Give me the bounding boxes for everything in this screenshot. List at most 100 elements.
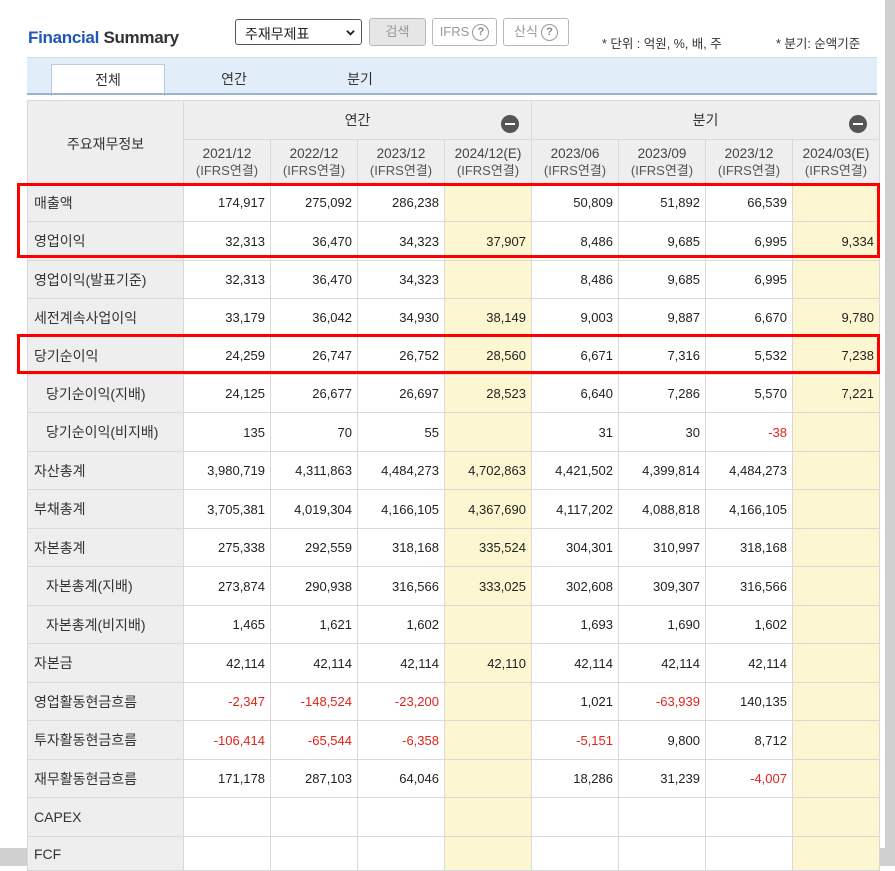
row-label: 자산총계 bbox=[27, 451, 184, 490]
table-row: 당기순이익(지배) 24,125 26,677 26,697 28,523 6,640 7,… bbox=[27, 374, 880, 413]
column-basis: (IFRS연결) bbox=[630, 162, 694, 178]
table-cell bbox=[183, 797, 271, 837]
table-cell: 333,025 bbox=[444, 566, 532, 606]
row-label: 영업이익 bbox=[27, 221, 184, 261]
table-row: 투자활동현금흐름 -106,414 -65,544 -6,358 -5,151 9,800… bbox=[27, 720, 880, 760]
table-cell bbox=[792, 412, 880, 452]
table-cell: 316,566 bbox=[705, 566, 793, 606]
period-tab-bar: 전체 연간 분기 bbox=[27, 57, 877, 96]
row-label: 자본총계(비지배) bbox=[27, 605, 184, 644]
table-cell: 70 bbox=[270, 412, 358, 452]
table-cell: 4,367,690 bbox=[444, 489, 532, 529]
table-cell: 4,311,863 bbox=[270, 451, 358, 490]
table-cell bbox=[357, 836, 445, 871]
formula-button-label: 산식 bbox=[514, 24, 538, 39]
ifrs-button-label: IFRS bbox=[439, 24, 470, 39]
table-cell bbox=[183, 836, 271, 871]
table-row: 자산총계 3,980,719 4,311,863 4,484,273 4,702,863… bbox=[27, 451, 880, 490]
table-cell: 1,602 bbox=[705, 605, 793, 644]
table-row: 당기순이익 24,259 26,747 26,752 28,560 6,671 7,316 5… bbox=[27, 336, 880, 375]
collapse-annual-icon[interactable] bbox=[501, 115, 519, 133]
statement-type-select[interactable]: 주재무제표 bbox=[235, 19, 362, 45]
row-label: 당기순이익(지배) bbox=[27, 374, 184, 413]
column-header: 2023/12 (IFRS연결) bbox=[705, 139, 793, 184]
table-cell: -148,524 bbox=[270, 682, 358, 721]
collapse-quarter-icon[interactable] bbox=[849, 115, 867, 133]
table-cell bbox=[792, 605, 880, 644]
ifrs-button[interactable]: IFRS? bbox=[432, 18, 497, 46]
table-cell: 171,178 bbox=[183, 759, 271, 798]
row-label: 영업이익(발표기준) bbox=[27, 260, 184, 299]
table-cell: 33,179 bbox=[183, 298, 271, 337]
table-cell bbox=[792, 451, 880, 490]
table-cell: 50,809 bbox=[531, 183, 619, 222]
table-cell: 286,238 bbox=[357, 183, 445, 222]
table-row: 자본총계(지배) 273,874 290,938 316,566 333,025 302,… bbox=[27, 566, 880, 606]
table-cell: 26,697 bbox=[357, 374, 445, 413]
search-button[interactable]: 검색 bbox=[369, 18, 426, 46]
table-cell: 6,670 bbox=[705, 298, 793, 337]
table-cell bbox=[705, 836, 793, 871]
table-cell: 5,570 bbox=[705, 374, 793, 413]
table-cell: 37,907 bbox=[444, 221, 532, 261]
table-cell: 275,338 bbox=[183, 528, 271, 567]
table-cell: 292,559 bbox=[270, 528, 358, 567]
table-cell: 34,930 bbox=[357, 298, 445, 337]
table-cell: -5,151 bbox=[531, 720, 619, 760]
table-cell: 55 bbox=[357, 412, 445, 452]
table-cell: 4,484,273 bbox=[357, 451, 445, 490]
table-cell: 7,316 bbox=[618, 336, 706, 375]
column-basis: (IFRS연결) bbox=[717, 162, 781, 178]
table-cell: 304,301 bbox=[531, 528, 619, 567]
quarter-basis-note: * 분기: 순액기준 bbox=[776, 37, 861, 51]
table-cell bbox=[618, 836, 706, 871]
table-cell: 26,747 bbox=[270, 336, 358, 375]
search-button-label: 검색 bbox=[385, 24, 410, 39]
table-cell: 4,117,202 bbox=[531, 489, 619, 529]
table-cell: 42,114 bbox=[357, 643, 445, 683]
table-cell: 18,286 bbox=[531, 759, 619, 798]
column-header: 2023/09 (IFRS연결) bbox=[618, 139, 706, 184]
table-cell: -38 bbox=[705, 412, 793, 452]
row-label: CAPEX bbox=[27, 797, 184, 837]
table-row: 세전계속사업이익 33,179 36,042 34,930 38,149 9,003 9,8… bbox=[27, 298, 880, 337]
quarter-group-header: 분기 bbox=[531, 100, 880, 140]
formula-button[interactable]: 산식? bbox=[503, 18, 569, 46]
table-cell: 275,092 bbox=[270, 183, 358, 222]
table-cell bbox=[618, 797, 706, 837]
table-cell: 302,608 bbox=[531, 566, 619, 606]
table-cell: 309,307 bbox=[618, 566, 706, 606]
table-cell: 32,313 bbox=[183, 260, 271, 299]
section-title: Financial Summary bbox=[28, 28, 179, 48]
table-row: 재무활동현금흐름 171,178 287,103 64,046 18,286 31,239… bbox=[27, 759, 880, 798]
row-label: 영업활동현금흐름 bbox=[27, 682, 184, 721]
table-cell: 4,702,863 bbox=[444, 451, 532, 490]
column-period: 2024/03(E) bbox=[802, 145, 870, 161]
table-cell: 335,524 bbox=[444, 528, 532, 567]
tab-annual[interactable]: 연간 bbox=[177, 64, 291, 95]
row-label: 세전계속사업이익 bbox=[27, 298, 184, 337]
row-label: 당기순이익 bbox=[27, 336, 184, 375]
table-cell bbox=[531, 797, 619, 837]
tab-all[interactable]: 전체 bbox=[51, 64, 165, 96]
column-period: 2023/12 bbox=[376, 145, 426, 161]
table-cell: 3,980,719 bbox=[183, 451, 271, 490]
tab-quarter[interactable]: 분기 bbox=[303, 64, 417, 95]
table-cell bbox=[792, 836, 880, 871]
table-cell: 135 bbox=[183, 412, 271, 452]
table-cell bbox=[531, 836, 619, 871]
column-period: 2022/12 bbox=[289, 145, 339, 161]
table-cell: 273,874 bbox=[183, 566, 271, 606]
table-cell bbox=[705, 797, 793, 837]
table-cell: 9,685 bbox=[618, 221, 706, 261]
table-cell bbox=[792, 759, 880, 798]
financial-summary-table: 주요재무정보 연간 분기 2021/12 (IFRS연결) 2022/12 (IFRS… bbox=[27, 100, 880, 871]
column-period: 2023/12 bbox=[724, 145, 774, 161]
table-cell bbox=[444, 759, 532, 798]
table-cell bbox=[270, 797, 358, 837]
window-edge-shadow bbox=[885, 0, 895, 866]
table-row: 당기순이익(비지배) 135 70 55 31 30 -38 bbox=[27, 412, 880, 452]
table-cell: 3,705,381 bbox=[183, 489, 271, 529]
table-cell: 24,259 bbox=[183, 336, 271, 375]
table-cell bbox=[357, 797, 445, 837]
